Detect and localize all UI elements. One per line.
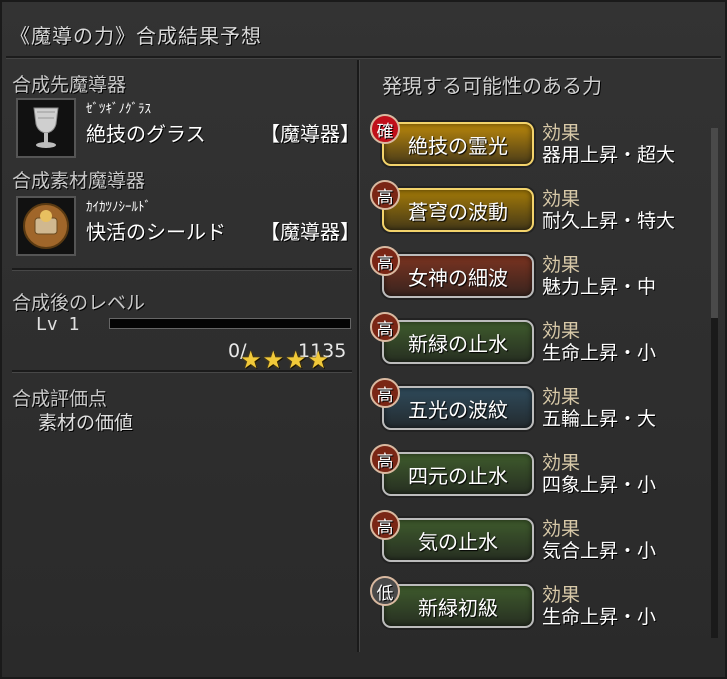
power-rank-badge: 高 <box>370 312 400 342</box>
power-row[interactable]: 新緑初級低効果 生命上昇・小 <box>370 576 710 636</box>
power-row[interactable]: 五光の波紋高効果 五輪上昇・大 <box>370 378 710 438</box>
power-row[interactable]: 気の止水高効果 気合上昇・小 <box>370 510 710 570</box>
panel-divider <box>357 60 360 652</box>
powers-scrollbar[interactable] <box>711 128 718 638</box>
material-value-label: 素材の価値 <box>38 412 134 434</box>
power-effect-value: 生命上昇・小 <box>542 606 657 628</box>
star-rating: ★★★★ <box>240 346 331 374</box>
title-divider <box>6 56 721 59</box>
material-item-name: 快活のシールド <box>86 220 226 244</box>
power-rank-badge: 高 <box>370 246 400 276</box>
power-rank-badge: 高 <box>370 180 400 210</box>
eval-label: 合成評価点 <box>12 388 108 410</box>
power-rank-badge: 高 <box>370 378 400 408</box>
target-item-name: 絶技のグラス <box>86 122 206 146</box>
goblet-icon <box>33 107 59 148</box>
power-name-plaque[interactable]: 蒼穹の波動 <box>382 188 534 232</box>
power-name-plaque[interactable]: 五光の波紋 <box>382 386 534 430</box>
shield-icon <box>23 203 69 249</box>
power-effect-value: 五輪上昇・大 <box>542 408 657 430</box>
power-rank-badge: 低 <box>370 576 400 606</box>
power-name-plaque[interactable]: 絶技の霊光 <box>382 122 534 166</box>
left-divider-1 <box>12 268 352 271</box>
level-value: Lv 1 <box>36 314 80 335</box>
power-row[interactable]: 女神の細波高効果 魅力上昇・中 <box>370 246 710 306</box>
powers-title: 発現する可能性のある力 <box>382 74 602 98</box>
power-row[interactable]: 絶技の霊光確効果 器用上昇・超大 <box>370 114 710 174</box>
power-rank-badge: 確 <box>370 114 400 144</box>
left-panel: 合成先魔導器 ｾﾞﾂｷﾞﾉｸﾞﾗｽ 絶技のグラス 【魔導器】 合成素材魔導器 ｶ… <box>6 62 360 652</box>
material-item-kana: ｶｲｶﾂﾉｼｰﾙﾄﾞ <box>86 200 151 215</box>
power-name-plaque[interactable]: 新緑の止水 <box>382 320 534 364</box>
power-rank-badge: 高 <box>370 510 400 540</box>
window-title: 《魔導の力》合成結果予想 <box>10 24 262 48</box>
power-effect-value: 魅力上昇・中 <box>542 276 657 298</box>
target-item-kana: ｾﾞﾂｷﾞﾉｸﾞﾗｽ <box>86 102 151 117</box>
power-row[interactable]: 蒼穹の波動高効果 耐久上昇・特大 <box>370 180 710 240</box>
scrollbar-thumb[interactable] <box>711 128 718 318</box>
power-row[interactable]: 新緑の止水高効果 生命上昇・小 <box>370 312 710 372</box>
power-row[interactable]: 四元の止水高効果 四象上昇・小 <box>370 444 710 504</box>
power-effect-value: 耐久上昇・特大 <box>542 210 676 232</box>
exp-progress-bar <box>109 318 351 329</box>
target-label: 合成先魔導器 <box>12 74 127 96</box>
power-name-plaque[interactable]: 気の止水 <box>382 518 534 562</box>
material-item-slot[interactable] <box>16 196 76 256</box>
power-name-plaque[interactable]: 新緑初級 <box>382 584 534 628</box>
power-name-plaque[interactable]: 女神の細波 <box>382 254 534 298</box>
level-label: 合成後のレベル <box>12 292 146 314</box>
power-effect-value: 気合上昇・小 <box>542 540 657 562</box>
power-rank-badge: 高 <box>370 444 400 474</box>
material-label: 合成素材魔導器 <box>12 170 146 192</box>
target-item-tag: 【魔導器】 <box>260 122 360 146</box>
power-name-plaque[interactable]: 四元の止水 <box>382 452 534 496</box>
power-effect-value: 四象上昇・小 <box>542 474 657 496</box>
synthesis-preview-window: 《魔導の力》合成結果予想 合成先魔導器 ｾﾞﾂｷﾞﾉｸﾞﾗｽ 絶技のグラス 【魔… <box>0 0 727 679</box>
target-item-slot[interactable] <box>16 98 76 158</box>
material-item-tag: 【魔導器】 <box>260 220 360 244</box>
power-effect-value: 生命上昇・小 <box>542 342 657 364</box>
power-effect-value: 器用上昇・超大 <box>542 144 676 166</box>
